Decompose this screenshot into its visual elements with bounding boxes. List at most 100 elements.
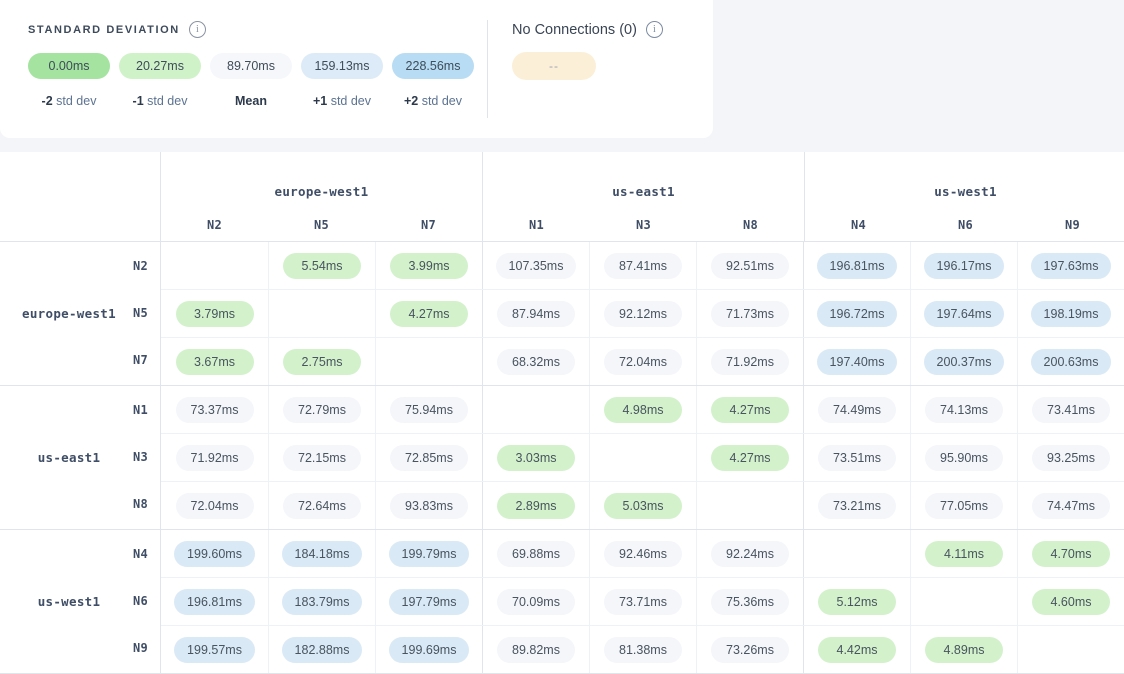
latency-cell[interactable]: 3.03ms: [482, 434, 589, 481]
latency-cell[interactable]: 4.70ms: [1017, 530, 1124, 577]
latency-cell[interactable]: 197.40ms: [803, 338, 910, 385]
latency-cell[interactable]: 71.92ms: [161, 434, 268, 481]
column-node-header[interactable]: N2: [161, 208, 268, 241]
latency-cell[interactable]: 71.73ms: [696, 290, 803, 337]
latency-cell[interactable]: 196.17ms: [910, 242, 1017, 289]
latency-pill: 72.85ms: [390, 445, 468, 471]
latency-cell[interactable]: 74.47ms: [1017, 482, 1124, 529]
latency-cell[interactable]: 72.04ms: [589, 338, 696, 385]
latency-cell[interactable]: 4.27ms: [696, 434, 803, 481]
latency-cell[interactable]: 70.09ms: [482, 578, 589, 625]
latency-cell[interactable]: 73.41ms: [1017, 386, 1124, 433]
latency-cell[interactable]: 72.04ms: [161, 482, 268, 529]
latency-cell[interactable]: 92.46ms: [589, 530, 696, 577]
column-node-header[interactable]: N3: [590, 208, 697, 241]
column-node-header[interactable]: N7: [375, 208, 482, 241]
latency-cell[interactable]: 5.12ms: [803, 578, 910, 625]
latency-cell[interactable]: 75.94ms: [375, 386, 482, 433]
row-group: us-west1N4N6N9199.60ms184.18ms199.79ms69…: [0, 529, 1124, 673]
latency-cell[interactable]: 4.60ms: [1017, 578, 1124, 625]
latency-pill: 4.27ms: [390, 301, 468, 327]
column-node-header[interactable]: N6: [912, 208, 1019, 241]
latency-cell[interactable]: 196.81ms: [803, 242, 910, 289]
latency-cell[interactable]: [268, 290, 375, 337]
latency-cell[interactable]: [161, 242, 268, 289]
latency-cell[interactable]: [910, 578, 1017, 625]
latency-cell[interactable]: 197.64ms: [910, 290, 1017, 337]
latency-cell[interactable]: [696, 482, 803, 529]
latency-cell[interactable]: 92.51ms: [696, 242, 803, 289]
latency-cell[interactable]: 3.99ms: [375, 242, 482, 289]
latency-cell[interactable]: 4.27ms: [696, 386, 803, 433]
latency-pill: 196.81ms: [174, 589, 255, 615]
latency-cell[interactable]: 184.18ms: [268, 530, 375, 577]
latency-cell[interactable]: 93.83ms: [375, 482, 482, 529]
latency-cell[interactable]: 199.69ms: [375, 626, 482, 673]
latency-cell[interactable]: 77.05ms: [910, 482, 1017, 529]
latency-cell[interactable]: 95.90ms: [910, 434, 1017, 481]
latency-cell[interactable]: [803, 530, 910, 577]
latency-cell[interactable]: 93.25ms: [1017, 434, 1124, 481]
latency-pill: 4.27ms: [711, 397, 789, 423]
latency-cell[interactable]: 3.79ms: [161, 290, 268, 337]
latency-cell[interactable]: 81.38ms: [589, 626, 696, 673]
column-node-header[interactable]: N5: [268, 208, 375, 241]
latency-pill: 73.71ms: [604, 589, 682, 615]
latency-cell[interactable]: 75.36ms: [696, 578, 803, 625]
latency-cell[interactable]: 4.11ms: [910, 530, 1017, 577]
latency-cell[interactable]: 5.54ms: [268, 242, 375, 289]
latency-cell[interactable]: 73.21ms: [803, 482, 910, 529]
latency-cell[interactable]: 92.12ms: [589, 290, 696, 337]
latency-cell[interactable]: 69.88ms: [482, 530, 589, 577]
latency-cell[interactable]: 74.49ms: [803, 386, 910, 433]
latency-cell[interactable]: 2.89ms: [482, 482, 589, 529]
latency-cell[interactable]: 87.94ms: [482, 290, 589, 337]
latency-cell[interactable]: 197.63ms: [1017, 242, 1124, 289]
latency-cell[interactable]: 73.71ms: [589, 578, 696, 625]
latency-cell[interactable]: 200.63ms: [1017, 338, 1124, 385]
latency-cell[interactable]: 74.13ms: [910, 386, 1017, 433]
latency-cell[interactable]: 198.19ms: [1017, 290, 1124, 337]
latency-cell[interactable]: 71.92ms: [696, 338, 803, 385]
latency-cell[interactable]: 182.88ms: [268, 626, 375, 673]
latency-cell[interactable]: 199.60ms: [161, 530, 268, 577]
latency-cell[interactable]: 107.35ms: [482, 242, 589, 289]
latency-cell[interactable]: 199.79ms: [375, 530, 482, 577]
latency-cell[interactable]: 5.03ms: [589, 482, 696, 529]
column-node-header[interactable]: N4: [805, 208, 912, 241]
latency-cell[interactable]: 199.57ms: [161, 626, 268, 673]
info-icon[interactable]: [189, 21, 206, 38]
latency-cell[interactable]: [589, 434, 696, 481]
latency-cell[interactable]: 72.15ms: [268, 434, 375, 481]
latency-cell[interactable]: 73.26ms: [696, 626, 803, 673]
latency-cell[interactable]: 200.37ms: [910, 338, 1017, 385]
latency-cell[interactable]: 72.64ms: [268, 482, 375, 529]
latency-cell[interactable]: [1017, 626, 1124, 673]
latency-cell[interactable]: 92.24ms: [696, 530, 803, 577]
latency-cell[interactable]: [375, 338, 482, 385]
latency-cell[interactable]: 196.81ms: [161, 578, 268, 625]
latency-cell[interactable]: 197.79ms: [375, 578, 482, 625]
column-node-header[interactable]: N9: [1019, 208, 1124, 241]
latency-cell[interactable]: 73.37ms: [161, 386, 268, 433]
latency-cell[interactable]: 4.89ms: [910, 626, 1017, 673]
column-node-header[interactable]: N1: [483, 208, 590, 241]
latency-cell[interactable]: 183.79ms: [268, 578, 375, 625]
latency-cell[interactable]: 89.82ms: [482, 626, 589, 673]
latency-cell[interactable]: 72.85ms: [375, 434, 482, 481]
latency-cell[interactable]: 4.98ms: [589, 386, 696, 433]
latency-cell[interactable]: 3.67ms: [161, 338, 268, 385]
latency-cell[interactable]: [482, 386, 589, 433]
info-icon[interactable]: [646, 21, 663, 38]
latency-cell[interactable]: 87.41ms: [589, 242, 696, 289]
latency-cell[interactable]: 72.79ms: [268, 386, 375, 433]
latency-pill: 73.41ms: [1032, 397, 1110, 423]
row-region-label: us-west1: [0, 530, 138, 673]
latency-cell[interactable]: 73.51ms: [803, 434, 910, 481]
latency-cell[interactable]: 2.75ms: [268, 338, 375, 385]
latency-cell[interactable]: 4.27ms: [375, 290, 482, 337]
latency-cell[interactable]: 68.32ms: [482, 338, 589, 385]
latency-cell[interactable]: 4.42ms: [803, 626, 910, 673]
column-node-header[interactable]: N8: [697, 208, 804, 241]
latency-cell[interactable]: 196.72ms: [803, 290, 910, 337]
